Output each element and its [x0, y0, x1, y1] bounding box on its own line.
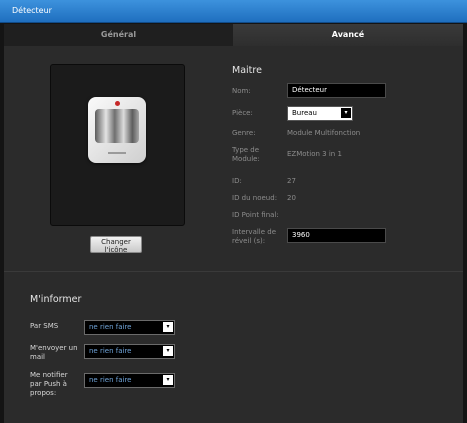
chevron-down-icon: ▾ — [163, 346, 173, 356]
sms-select-value: ne rien faire — [89, 323, 132, 331]
module-type-label: Type de Module: — [232, 146, 260, 163]
genre-label: Genre: — [232, 129, 256, 137]
section-divider — [4, 271, 463, 272]
node-id-value: 20 — [287, 194, 296, 202]
motion-sensor-image — [88, 97, 146, 163]
node-id-label: ID du noeud: — [232, 194, 278, 202]
mail-select-value: ne rien faire — [89, 347, 132, 355]
id-label: ID: — [232, 177, 242, 185]
mail-label: M'envoyer un mail — [30, 344, 78, 361]
device-image-frame — [50, 64, 185, 226]
wake-interval-label: Intervalle de réveil (s): — [232, 228, 277, 245]
maitre-title: Maitre — [232, 65, 262, 76]
name-label: Nom: — [232, 87, 251, 95]
final-id-label: ID Point final: — [232, 211, 279, 219]
sensor-lens — [95, 109, 139, 143]
push-select-value: ne rien faire — [89, 376, 132, 384]
sms-select[interactable]: ne rien faire ▾ — [84, 320, 175, 335]
mail-select[interactable]: ne rien faire ▾ — [84, 344, 175, 359]
id-value: 27 — [287, 177, 296, 185]
window-title: Détecteur — [12, 6, 52, 15]
tab-general[interactable]: Général — [4, 24, 233, 46]
room-label: Pièce: — [232, 109, 253, 117]
genre-value: Module Multifonction — [287, 129, 361, 137]
tab-advanced[interactable]: Avancé — [233, 24, 463, 46]
module-type-value: EZMotion 3 in 1 — [287, 150, 342, 158]
chevron-down-icon: ▾ — [341, 108, 351, 118]
wake-interval-input[interactable]: 3960 — [287, 228, 386, 243]
chevron-down-icon: ▾ — [163, 375, 173, 385]
room-select[interactable]: Bureau ▾ — [287, 106, 353, 121]
sensor-logo — [108, 152, 126, 154]
notify-title: M'informer — [30, 294, 82, 305]
tab-bar: Général Avancé — [4, 24, 463, 46]
push-select[interactable]: ne rien faire ▾ — [84, 373, 175, 388]
room-select-value: Bureau — [292, 109, 317, 117]
sms-label: Par SMS — [30, 322, 59, 330]
name-input[interactable]: Détecteur — [287, 83, 386, 98]
window-titlebar: Détecteur — [0, 0, 467, 23]
chevron-down-icon: ▾ — [163, 322, 173, 332]
sensor-led — [115, 101, 120, 106]
change-icon-button[interactable]: Changer l'icône — [90, 236, 142, 254]
push-label: Me notifier par Push à propos: — [30, 371, 68, 397]
